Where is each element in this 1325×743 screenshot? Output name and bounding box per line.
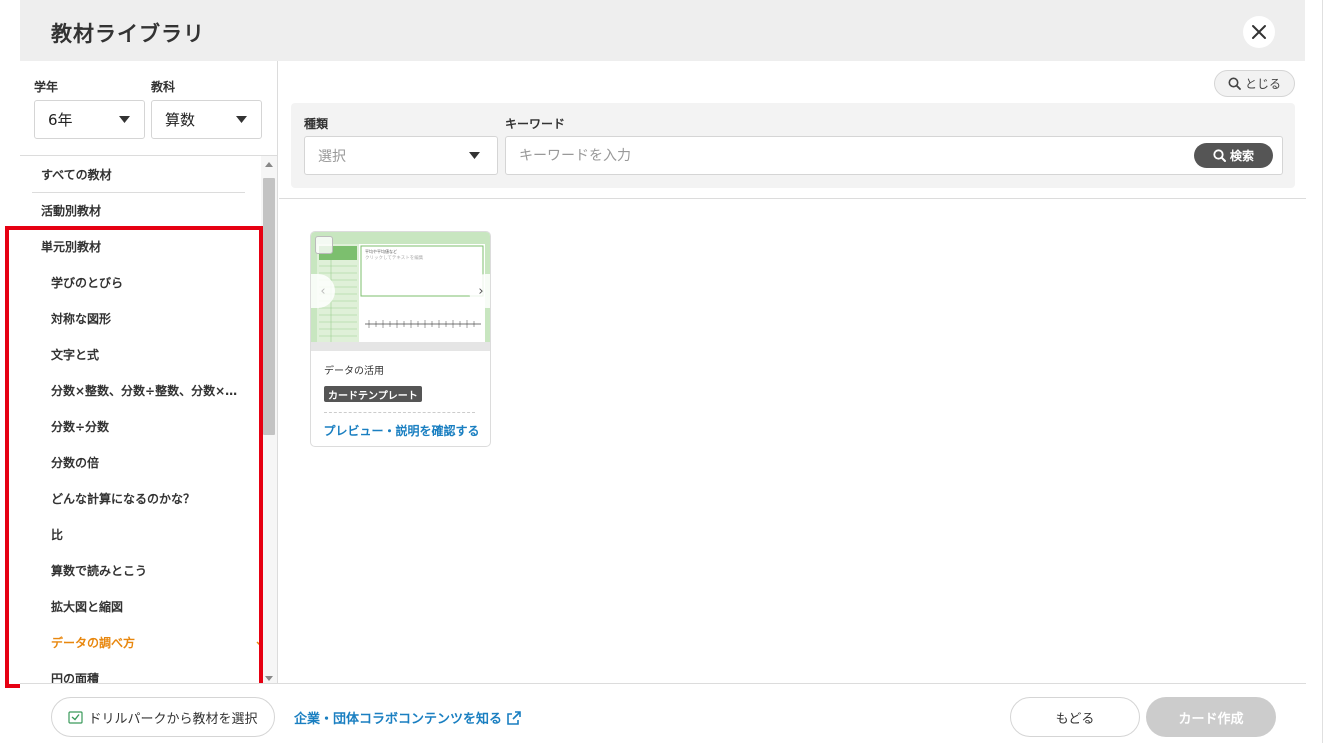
left-panel: 学年 教科 6年 算数 すべての教材 活動別教材 単元別教材 学びのとびら 対称…	[20, 61, 278, 683]
search-button-label: 検索	[1229, 149, 1254, 163]
external-link-icon	[507, 710, 521, 725]
drill-park-label: ドリルパークから教材を選択	[88, 711, 258, 727]
list-item[interactable]: 文字と式	[51, 336, 239, 372]
type-label: 種類	[304, 117, 329, 131]
search-panel: 種類 キーワード 選択 検索	[291, 103, 1295, 188]
keyword-label: キーワード	[505, 117, 566, 131]
list-item-activity[interactable]: 活動別教材	[41, 192, 251, 228]
keyword-input[interactable]	[506, 137, 1186, 174]
search-button[interactable]: 検索	[1194, 143, 1273, 168]
drill-icon	[68, 710, 84, 724]
preview-link[interactable]: プレビュー・説明を確認する	[311, 422, 490, 439]
grade-label: 学年	[34, 80, 59, 94]
caret-down-icon	[236, 116, 247, 123]
dialog-title: 教材ライブラリ	[51, 22, 205, 46]
list-scrollbar[interactable]	[261, 156, 277, 683]
back-button[interactable]: もどる	[1010, 697, 1140, 737]
caret-down-icon	[119, 116, 130, 123]
drill-park-button[interactable]: ドリルパークから教材を選択	[51, 697, 275, 737]
type-placeholder: 選択	[318, 148, 346, 165]
collab-link-label: 企業・団体コラボコンテンツを知る	[294, 712, 503, 727]
dialog-header: 教材ライブラリ	[20, 0, 1305, 61]
list-item[interactable]: 算数で読みとこう	[51, 552, 239, 588]
grade-select[interactable]: 6年	[34, 100, 145, 139]
list-item[interactable]: 対称な図形	[51, 300, 239, 336]
list-item-selected[interactable]: データの調べ方	[51, 624, 266, 660]
window-edge	[1322, 0, 1323, 743]
scroll-up-icon[interactable]	[265, 162, 273, 167]
search-icon	[1213, 149, 1226, 162]
list-item[interactable]: 比	[51, 516, 239, 552]
caret-down-icon	[469, 152, 480, 159]
card-select-checkbox[interactable]	[315, 236, 333, 254]
type-select[interactable]: 選択	[304, 136, 498, 175]
scroll-thumb[interactable]	[263, 178, 275, 435]
list-item-unit[interactable]: 単元別教材	[41, 228, 251, 264]
svg-text:平均や平均値など: 平均や平均値など	[365, 248, 397, 254]
list-item[interactable]: 学びのとびら	[51, 264, 239, 300]
list-item[interactable]: 分数÷分数	[51, 408, 239, 444]
list-item[interactable]: 拡大図と縮図	[51, 588, 239, 624]
card-name: データの活用	[324, 366, 384, 377]
search-icon	[1228, 77, 1241, 90]
list-item[interactable]: どんな計算になるのかな？	[51, 480, 239, 516]
close-search-button[interactable]: とじる	[1214, 70, 1295, 97]
subject-label: 教科	[151, 80, 176, 94]
material-list[interactable]: すべての教材 活動別教材 単元別教材 学びのとびら 対称な図形 文字と式 分数×…	[20, 155, 278, 683]
scroll-down-icon[interactable]	[265, 676, 273, 681]
card-type-tag: カードテンプレート	[324, 386, 422, 402]
material-card[interactable]: 平均や平均値など クリックしてテキストを編集 ‹ › データの活用 カードテンプ…	[310, 231, 491, 447]
list-item[interactable]: 分数の倍	[51, 444, 239, 480]
list-item[interactable]: 円の面積	[51, 660, 239, 684]
list-item-all[interactable]: すべての教材	[41, 156, 251, 192]
collab-content-link[interactable]: 企業・団体コラボコンテンツを知る	[294, 708, 521, 727]
results-divider	[279, 198, 1306, 199]
grade-value: 6年	[48, 111, 73, 129]
create-card-button[interactable]: カード作成	[1146, 697, 1276, 737]
subject-value: 算数	[165, 111, 196, 129]
svg-text:クリックしてテキストを編集: クリックしてテキストを編集	[365, 254, 424, 261]
subject-select[interactable]: 算数	[151, 100, 262, 139]
thumbnail-graphic: 平均や平均値など クリックしてテキストを編集	[317, 244, 484, 342]
card-thumbnail: 平均や平均値など クリックしてテキストを編集 ‹ ›	[311, 232, 490, 351]
thumbnail-bar	[311, 342, 490, 351]
keyword-field: 検索	[505, 136, 1283, 175]
dialog-footer: ドリルパークから教材を選択 企業・団体コラボコンテンツを知る もどる カード作成	[20, 683, 1306, 743]
list-item[interactable]: 分数×整数、分数÷整数、分数×…	[51, 372, 239, 408]
close-button[interactable]	[1243, 16, 1275, 48]
card-divider	[324, 412, 475, 413]
thumbnail-content: 平均や平均値など クリックしてテキストを編集	[317, 244, 485, 342]
close-icon	[1252, 25, 1266, 39]
close-search-label: とじる	[1244, 77, 1281, 91]
